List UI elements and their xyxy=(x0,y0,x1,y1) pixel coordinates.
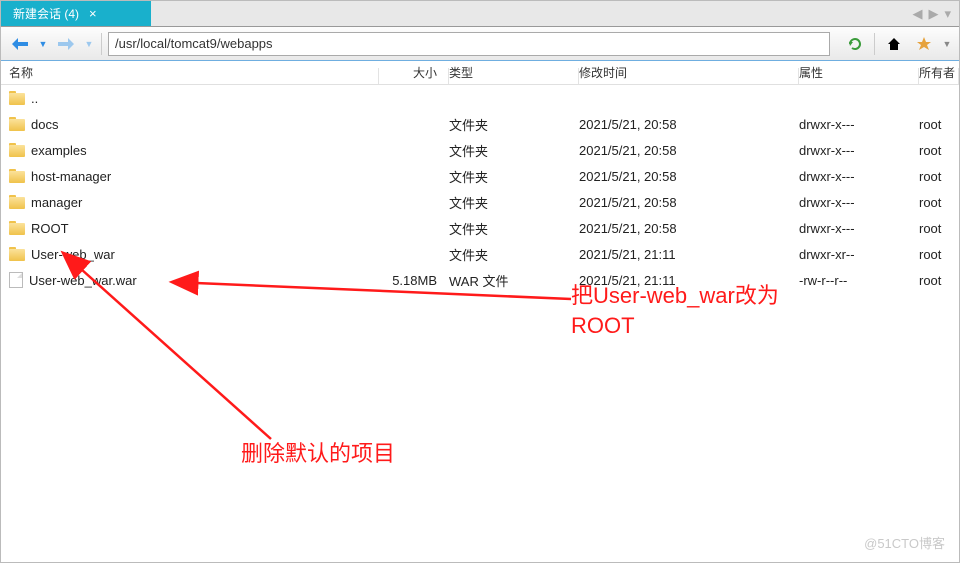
file-owner: root xyxy=(919,195,959,210)
home-button[interactable] xyxy=(881,31,907,57)
forward-dropdown[interactable]: ▼ xyxy=(83,31,95,57)
file-owner: root xyxy=(919,247,959,262)
file-attr: drwxr-x--- xyxy=(799,221,919,236)
file-attr: drwxr-x--- xyxy=(799,169,919,184)
file-name: User-web_war.war xyxy=(29,273,137,288)
file-date: 2021/5/21, 21:11 xyxy=(579,247,799,262)
folder-icon xyxy=(9,91,25,105)
toolbar: ▼ ▼ /usr/local/tomcat9/webapps ▼ xyxy=(1,27,959,61)
separator xyxy=(874,33,875,55)
file-type: 文件夹 xyxy=(449,219,579,238)
file-row[interactable]: ROOT 文件夹2021/5/21, 20:58drwxr-x---root xyxy=(1,215,959,241)
col-type-header[interactable]: 类型 xyxy=(449,64,579,81)
file-date: 2021/5/21, 20:58 xyxy=(579,117,799,132)
file-date: 2021/5/21, 20:58 xyxy=(579,221,799,236)
tab-menu-icon[interactable]: ▾ xyxy=(942,6,953,22)
file-attr: drwxr-xr-- xyxy=(799,247,919,262)
back-button[interactable] xyxy=(7,31,33,57)
tab-next-icon[interactable]: ▶ xyxy=(926,6,940,22)
file-type: 文件夹 xyxy=(449,141,579,160)
file-owner: root xyxy=(919,221,959,236)
annotation-rename: 把User-web_war改为 ROOT xyxy=(571,281,779,340)
column-headers: 名称 大小 类型 修改时间 属性 所有者 xyxy=(1,61,959,85)
file-owner: root xyxy=(919,169,959,184)
tab-bar: 新建会话 (4) × ◀ ▶ ▾ xyxy=(1,1,959,27)
folder-icon xyxy=(9,169,25,183)
col-attr-header[interactable]: 属性 xyxy=(799,64,919,81)
file-row[interactable]: User-web_war 文件夹2021/5/21, 21:11drwxr-xr-… xyxy=(1,241,959,267)
file-name: docs xyxy=(31,117,58,132)
file-attr: drwxr-x--- xyxy=(799,143,919,158)
file-type: 文件夹 xyxy=(449,193,579,212)
bookmark-button[interactable] xyxy=(911,31,937,57)
path-input[interactable]: /usr/local/tomcat9/webapps xyxy=(108,32,830,56)
folder-icon xyxy=(9,195,25,209)
tab-prev-icon[interactable]: ◀ xyxy=(910,6,924,22)
col-size-header[interactable]: 大小 xyxy=(379,64,449,81)
file-name: .. xyxy=(31,91,38,106)
file-icon xyxy=(9,272,23,288)
file-type: 文件夹 xyxy=(449,245,579,264)
file-attr: drwxr-x--- xyxy=(799,195,919,210)
watermark: @51CTO博客 xyxy=(864,533,945,552)
col-owner-header[interactable]: 所有者 xyxy=(919,64,959,81)
file-name: examples xyxy=(31,143,87,158)
file-type: 文件夹 xyxy=(449,115,579,134)
file-owner: root xyxy=(919,143,959,158)
file-name: host-manager xyxy=(31,169,111,184)
file-type: WAR 文件 xyxy=(449,271,579,290)
forward-button[interactable] xyxy=(53,31,79,57)
file-name: User-web_war xyxy=(31,247,115,262)
folder-icon xyxy=(9,117,25,131)
file-attr: -rw-r--r-- xyxy=(799,273,919,288)
col-date-header[interactable]: 修改时间 xyxy=(579,64,799,81)
tab-title: 新建会话 (4) xyxy=(13,5,79,22)
file-row[interactable]: .. xyxy=(1,85,959,111)
folder-icon xyxy=(9,143,25,157)
file-row[interactable]: manager 文件夹2021/5/21, 20:58drwxr-x---root xyxy=(1,189,959,215)
folder-icon xyxy=(9,221,25,235)
file-owner: root xyxy=(919,117,959,132)
file-row[interactable]: User-web_war.war5.18MBWAR 文件2021/5/21, 2… xyxy=(1,267,959,293)
session-tab[interactable]: 新建会话 (4) × xyxy=(1,1,151,26)
back-dropdown[interactable]: ▼ xyxy=(37,31,49,57)
folder-icon xyxy=(9,247,25,261)
file-attr: drwxr-x--- xyxy=(799,117,919,132)
file-row[interactable]: host-manager 文件夹2021/5/21, 20:58drwxr-x--… xyxy=(1,163,959,189)
close-icon[interactable]: × xyxy=(89,6,97,21)
file-name: manager xyxy=(31,195,82,210)
file-date: 2021/5/21, 20:58 xyxy=(579,143,799,158)
file-date: 2021/5/21, 20:58 xyxy=(579,195,799,210)
tab-nav: ◀ ▶ ▾ xyxy=(904,1,959,26)
file-date: 2021/5/21, 20:58 xyxy=(579,169,799,184)
bookmark-dropdown[interactable]: ▼ xyxy=(941,31,953,57)
col-name-header[interactable]: 名称 xyxy=(9,64,379,81)
file-owner: root xyxy=(919,273,959,288)
file-row[interactable]: examples 文件夹2021/5/21, 20:58drwxr-x---roo… xyxy=(1,137,959,163)
file-name: ROOT xyxy=(31,221,69,236)
path-text: /usr/local/tomcat9/webapps xyxy=(115,36,273,51)
file-type: 文件夹 xyxy=(449,167,579,186)
file-size: 5.18MB xyxy=(379,273,449,288)
refresh-button[interactable] xyxy=(842,31,868,57)
file-row[interactable]: docs 文件夹2021/5/21, 20:58drwxr-x---root xyxy=(1,111,959,137)
separator xyxy=(101,33,102,55)
file-list: ..docs文件夹2021/5/21, 20:58drwxr-x---roote… xyxy=(1,85,959,293)
annotation-delete: 删除默认的项目 xyxy=(241,439,395,469)
